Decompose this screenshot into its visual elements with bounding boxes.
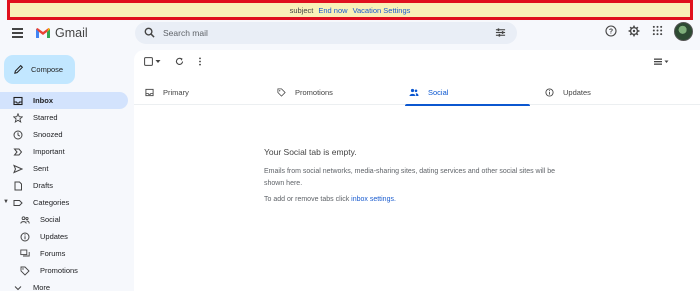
forum-icon (19, 249, 31, 259)
sidebar-item-promotions[interactable]: Promotions (0, 262, 128, 279)
tab-label: Primary (163, 87, 189, 97)
sidebar-item-label: More (33, 283, 51, 291)
important-icon (12, 147, 24, 157)
svg-text:?: ? (609, 29, 613, 36)
sidebar-item-snoozed[interactable]: Snoozed (0, 126, 128, 143)
vacation-banner: subject End now Vacation Settings (7, 0, 693, 20)
header: Gmail ? (0, 20, 700, 48)
clock-icon (12, 130, 24, 140)
search-input[interactable] (163, 25, 463, 41)
sidebar-item-label: Sent (33, 164, 49, 173)
sidebar-item-label: Drafts (33, 181, 54, 190)
empty-state-hint: To add or remove tabs click inbox settin… (264, 196, 564, 203)
settings-gear-icon[interactable] (628, 25, 640, 37)
vacation-settings-link[interactable]: Vacation Settings (353, 6, 411, 15)
main-panel: Primary Promotions Social Updates Your S… (134, 50, 700, 291)
sidebar-item-categories[interactable]: ▼ Categories (0, 194, 128, 211)
main-menu-icon[interactable] (12, 28, 23, 38)
chevron-down-icon (12, 283, 24, 291)
tab-primary[interactable]: Primary (134, 79, 266, 105)
sidebar-item-label: Social (40, 215, 61, 224)
gmail-logo[interactable]: Gmail (35, 26, 88, 40)
search-options-icon[interactable] (495, 27, 506, 38)
tab-label: Updates (563, 87, 591, 97)
compose-label: Compose (31, 65, 64, 74)
more-vertical-icon[interactable] (198, 57, 202, 66)
tag-icon (19, 266, 31, 276)
account-avatar[interactable] (674, 22, 693, 41)
tag-icon (277, 87, 286, 97)
search-icon[interactable] (144, 27, 155, 38)
sidebar-nav: Inbox Starred Snoozed Important Sent Dra… (0, 92, 128, 291)
pencil-icon (14, 64, 24, 74)
sidebar-item-sent[interactable]: Sent (0, 160, 128, 177)
tab-updates[interactable]: Updates (534, 79, 666, 105)
compose-button[interactable]: Compose (4, 55, 75, 84)
send-icon (12, 164, 24, 174)
caret-down-icon[interactable]: ▼ (3, 199, 9, 205)
gmail-m-icon (36, 28, 50, 38)
sidebar-item-starred[interactable]: Starred (0, 109, 128, 126)
star-icon (12, 112, 24, 123)
tab-social[interactable]: Social (398, 79, 530, 106)
sidebar-item-social[interactable]: Social (0, 211, 128, 228)
sidebar-item-label: Inbox (33, 96, 53, 105)
tab-label: Social (428, 87, 449, 97)
banner-subject: subject (289, 5, 314, 15)
sidebar-item-important[interactable]: Important (0, 143, 128, 160)
info-icon (545, 87, 554, 97)
label-icon (12, 198, 24, 208)
sidebar-item-forums[interactable]: Forums (0, 245, 128, 262)
help-icon[interactable]: ? (605, 25, 617, 37)
inbox-settings-link[interactable]: inbox settings. (351, 196, 396, 203)
sidebar-item-label: Forums (40, 249, 66, 258)
people-icon (409, 88, 419, 96)
sidebar-item-drafts[interactable]: Drafts (0, 177, 128, 194)
empty-state: Your Social tab is empty. Emails from so… (264, 147, 564, 203)
mail-toolbar (134, 50, 700, 75)
inbox-icon (145, 88, 154, 96)
sidebar-item-label: Important (33, 147, 65, 156)
sidebar-item-label: Categories (33, 198, 70, 207)
people-icon (19, 215, 31, 225)
tab-label: Promotions (295, 87, 333, 97)
density-toggle-icon[interactable] (654, 58, 669, 65)
empty-state-title: Your Social tab is empty. (264, 147, 357, 157)
sidebar-item-more[interactable]: More (0, 279, 128, 291)
select-checkbox-icon[interactable] (144, 57, 153, 66)
sidebar-item-label: Starred (33, 113, 58, 122)
sidebar-item-label: Promotions (40, 266, 78, 275)
end-now-link[interactable]: End now (318, 6, 347, 15)
empty-state-description: Emails from social networks, media-shari… (264, 168, 556, 187)
inbox-icon (12, 96, 24, 106)
sidebar-item-inbox[interactable]: Inbox (0, 92, 128, 109)
tab-promotions[interactable]: Promotions (266, 79, 398, 105)
sidebar-item-label: Snoozed (33, 130, 63, 139)
info-icon (19, 232, 31, 242)
select-dropdown-icon[interactable] (155, 59, 161, 64)
sidebar-item-label: Updates (40, 232, 68, 241)
sidebar-item-updates[interactable]: Updates (0, 228, 128, 245)
search-bar[interactable] (135, 22, 517, 44)
logo-text: Gmail (55, 26, 88, 40)
category-tabs: Primary Promotions Social Updates (134, 79, 700, 106)
hint-text: To add or remove tabs click (264, 196, 350, 203)
apps-grid-icon[interactable] (652, 25, 663, 36)
refresh-icon[interactable] (175, 57, 184, 66)
draft-icon (12, 181, 24, 191)
